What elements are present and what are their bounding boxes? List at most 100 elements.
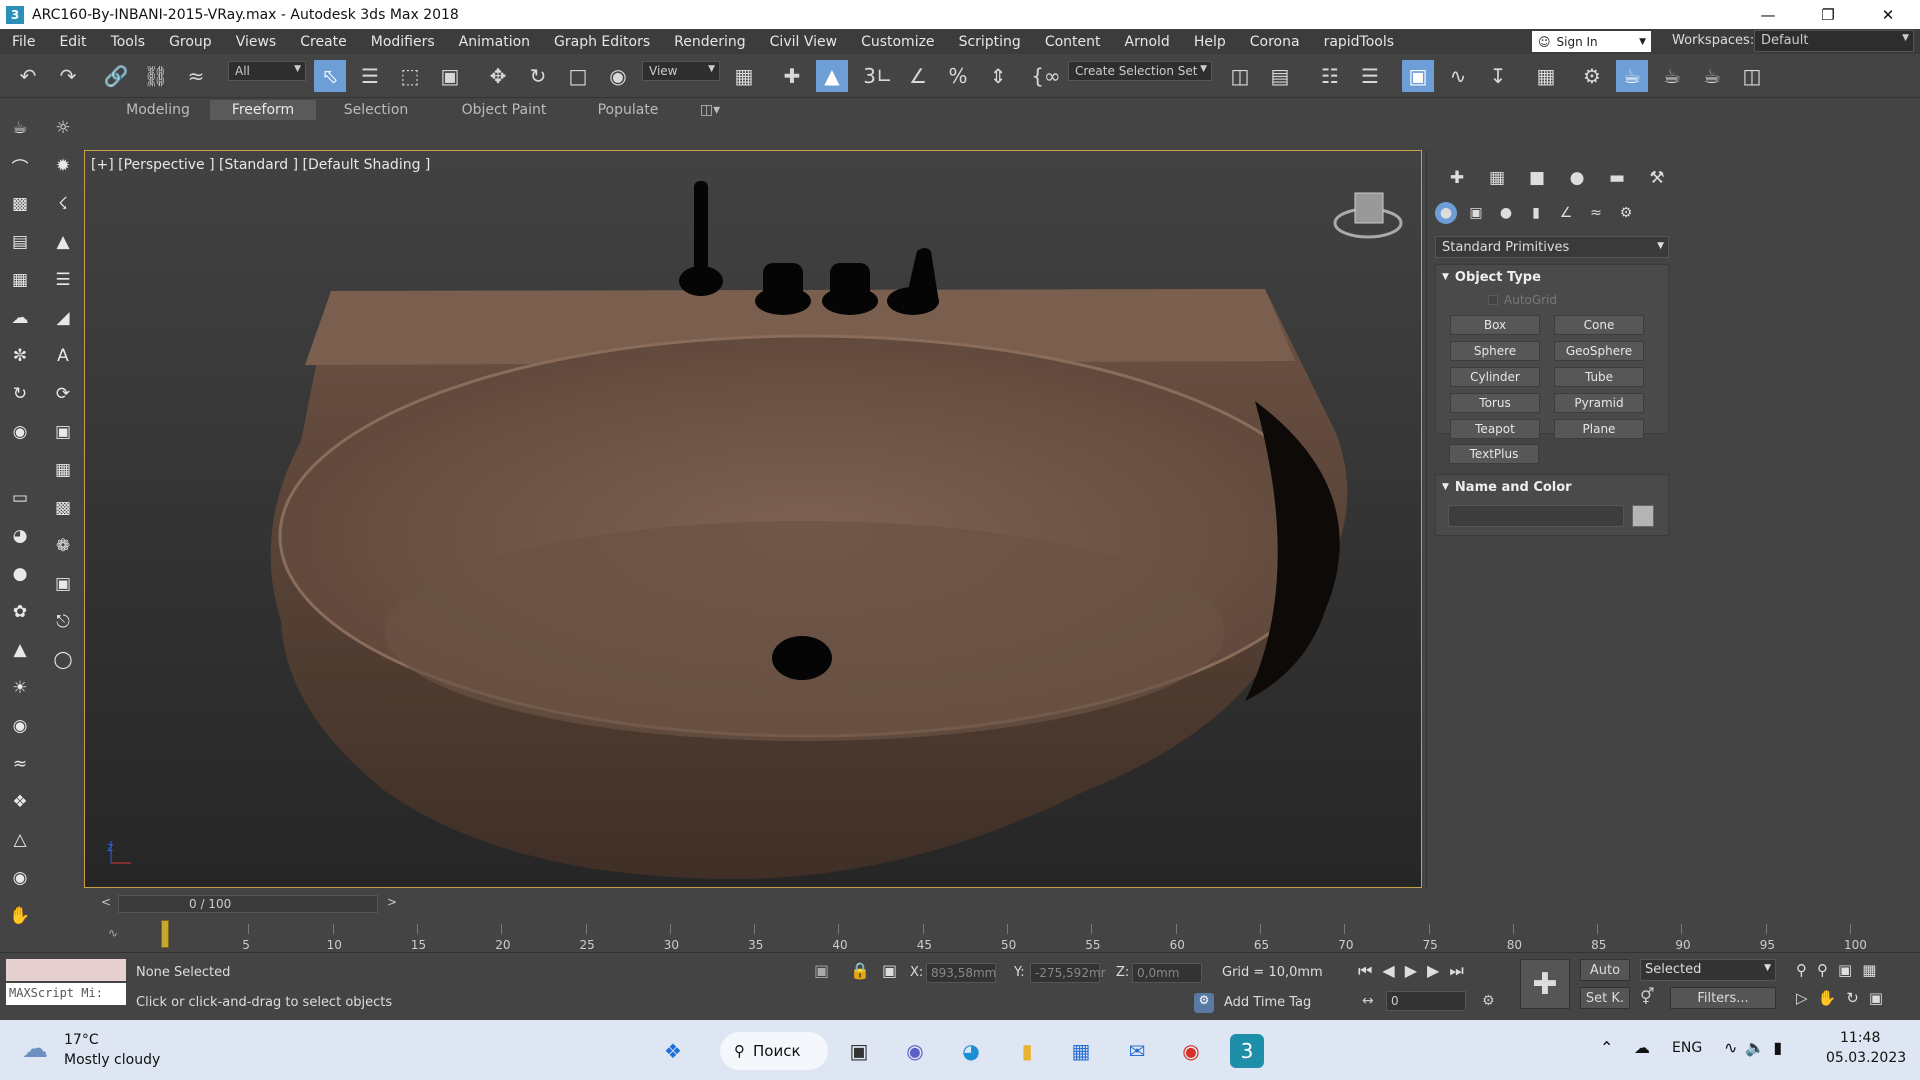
tube-button[interactable]: Tube (1554, 367, 1644, 387)
box-icon[interactable]: ▭ (7, 485, 33, 511)
weather-icon[interactable]: ☁ (22, 1034, 48, 1064)
placement-icon[interactable]: ◉ (602, 60, 634, 92)
utilities-tab-icon[interactable]: ⚒ (1645, 166, 1669, 190)
cone-icon[interactable]: ▲ (7, 637, 33, 663)
uv-icon[interactable]: ▦ (50, 457, 76, 483)
select-by-name-icon[interactable]: ☰ (354, 60, 386, 92)
menu-customize[interactable]: Customize (849, 34, 947, 50)
zoom-icon[interactable]: ⚲ (1796, 961, 1817, 979)
particle-icon[interactable]: ✼ (7, 343, 33, 369)
menu-rendering[interactable]: Rendering (662, 34, 758, 50)
rotate-icon[interactable]: ↻ (522, 60, 554, 92)
refresh-icon[interactable]: ⟳ (50, 381, 76, 407)
start-icon[interactable]: ❖ (656, 1034, 690, 1068)
pivot-center-icon[interactable]: ▦ (728, 60, 760, 92)
chat-icon[interactable]: ◉ (898, 1034, 932, 1068)
maximize-viewport-icon[interactable]: ▣ (1869, 989, 1893, 1007)
chrome-icon[interactable]: ◉ (1174, 1034, 1208, 1068)
file-explorer-icon[interactable]: ▮ (1010, 1034, 1044, 1068)
named-selection-set-select[interactable]: Create Selection Set ▼ (1068, 61, 1212, 81)
cylinder-button[interactable]: Cylinder (1450, 367, 1540, 387)
undo-icon[interactable]: ↶ (12, 60, 44, 92)
isolate-selection-icon[interactable]: ▣ (814, 961, 829, 980)
helpers-category-icon[interactable]: ∠ (1555, 202, 1577, 224)
unlink-icon[interactable]: ⛓ (140, 60, 172, 92)
forest-icon[interactable]: ▲ (50, 229, 76, 255)
table-icon[interactable]: ▦ (7, 267, 33, 293)
sphere-icon[interactable]: ● (7, 561, 33, 587)
shapes-category-icon[interactable]: ▣ (1465, 202, 1487, 224)
selection-filter-select[interactable]: All ▼ (228, 61, 306, 81)
window-crossing-icon[interactable]: ▣ (434, 60, 466, 92)
battery-icon[interactable]: ▮ (1773, 1038, 1790, 1057)
align-icon[interactable]: ▤ (1264, 60, 1296, 92)
menu-rapidtools[interactable]: rapidTools (1312, 34, 1407, 50)
frame-spinner-arrows-icon[interactable]: ↔ (1362, 993, 1374, 1009)
globe-icon[interactable]: ◉ (7, 865, 33, 891)
x-coordinate-input[interactable]: 893,58mm (926, 963, 996, 983)
display-tab-icon[interactable]: ▬ (1605, 166, 1629, 190)
schematic-view-icon[interactable]: ↧ (1482, 60, 1514, 92)
teapot-icon[interactable]: ☕ (7, 115, 33, 141)
list-icon[interactable]: ☰ (50, 267, 76, 293)
language-indicator[interactable]: ENG (1672, 1040, 1702, 1056)
textplus-button[interactable]: TextPlus (1449, 444, 1539, 464)
menu-tools[interactable]: Tools (99, 34, 158, 50)
auto-key-button[interactable]: Auto (1580, 959, 1630, 981)
orbit-icon[interactable]: ↻ (1846, 989, 1869, 1007)
bulb-icon[interactable]: ◯ (50, 647, 76, 673)
curve-editor-icon[interactable]: ∿ (1442, 60, 1474, 92)
minimize-button[interactable]: — (1745, 0, 1791, 29)
3dsmax-taskbar-icon[interactable]: 3 (1230, 1034, 1264, 1068)
viewcube-icon[interactable] (1333, 185, 1403, 245)
reference-coordinate-select[interactable]: View ▼ (642, 61, 720, 81)
document-icon[interactable]: ▤ (7, 229, 33, 255)
time-tag-icon[interactable]: ⚙ (1194, 993, 1214, 1013)
store-icon[interactable]: ▦ (1064, 1034, 1098, 1068)
box-button[interactable]: Box (1450, 315, 1540, 335)
connect-icon[interactable]: ❖ (7, 789, 33, 815)
previous-frame-icon[interactable]: ◀ (1382, 961, 1404, 980)
time-slider-thumb[interactable]: 0 / 100 (118, 895, 378, 913)
render-iterative-icon[interactable]: ☕ (1696, 60, 1728, 92)
current-frame-marker[interactable] (161, 920, 169, 948)
zoom-all-icon[interactable]: ⚲ (1817, 961, 1838, 979)
redo-icon[interactable]: ↷ (52, 60, 84, 92)
film-icon[interactable]: ▩ (50, 495, 76, 521)
hierarchy-tab-icon[interactable]: ■ (1525, 166, 1549, 190)
edge-icon[interactable]: ◕ (954, 1034, 988, 1068)
frame-icon[interactable]: ▣ (50, 571, 76, 597)
primitive-category-select[interactable]: Standard Primitives ▼ (1435, 236, 1669, 258)
teapot-button[interactable]: Teapot (1450, 419, 1540, 439)
go-to-end-icon[interactable]: ⏭ (1449, 961, 1473, 980)
filters-button[interactable]: Filters... (1670, 987, 1776, 1009)
render-production-icon[interactable]: ☕ (1656, 60, 1688, 92)
curve-editor-mini-icon[interactable]: ∿ (108, 926, 118, 940)
menu-corona[interactable]: Corona (1238, 34, 1312, 50)
mail-icon[interactable]: ✉ (1120, 1034, 1154, 1068)
percent-snap-icon[interactable]: % (942, 60, 974, 92)
plane-button[interactable]: Plane (1554, 419, 1644, 439)
modify-tab-icon[interactable]: ▦ (1485, 166, 1509, 190)
track-bar[interactable]: ∿ 5 10 15 20 25 30 35 40 45 50 55 60 65 70 75 80 85 90 95 1… (90, 920, 1920, 952)
scale-icon[interactable]: □ (562, 60, 594, 92)
ribbon-toggle-icon[interactable]: ▣ (1402, 60, 1434, 92)
menu-help[interactable]: Help (1182, 34, 1238, 50)
tab-modeling[interactable]: Modeling (108, 100, 208, 120)
layer-explorer-icon[interactable]: ☰ (1354, 60, 1386, 92)
menu-content[interactable]: Content (1033, 34, 1113, 50)
object-color-swatch[interactable] (1632, 505, 1654, 527)
menu-file[interactable]: File (0, 34, 47, 50)
render-setup-icon[interactable]: ⚙ (1576, 60, 1608, 92)
lock-icon[interactable]: 🔒 (850, 961, 870, 980)
object-type-header[interactable]: ▼ Object Type (1436, 265, 1668, 289)
hair-icon[interactable]: ≈ (7, 751, 33, 777)
go-to-start-icon[interactable]: ⏮ (1358, 961, 1382, 980)
clock-date[interactable]: 05.03.2023 (1826, 1050, 1906, 1066)
name-and-color-header[interactable]: ▼ Name and Color (1436, 475, 1668, 499)
lights-category-icon[interactable]: ● (1495, 202, 1517, 224)
bind-spacewarp-icon[interactable]: ≈ (180, 60, 212, 92)
sun-icon[interactable]: ☀ (7, 675, 33, 701)
motion-tab-icon[interactable]: ● (1565, 166, 1589, 190)
mirror-icon[interactable]: ◫ (1224, 60, 1256, 92)
